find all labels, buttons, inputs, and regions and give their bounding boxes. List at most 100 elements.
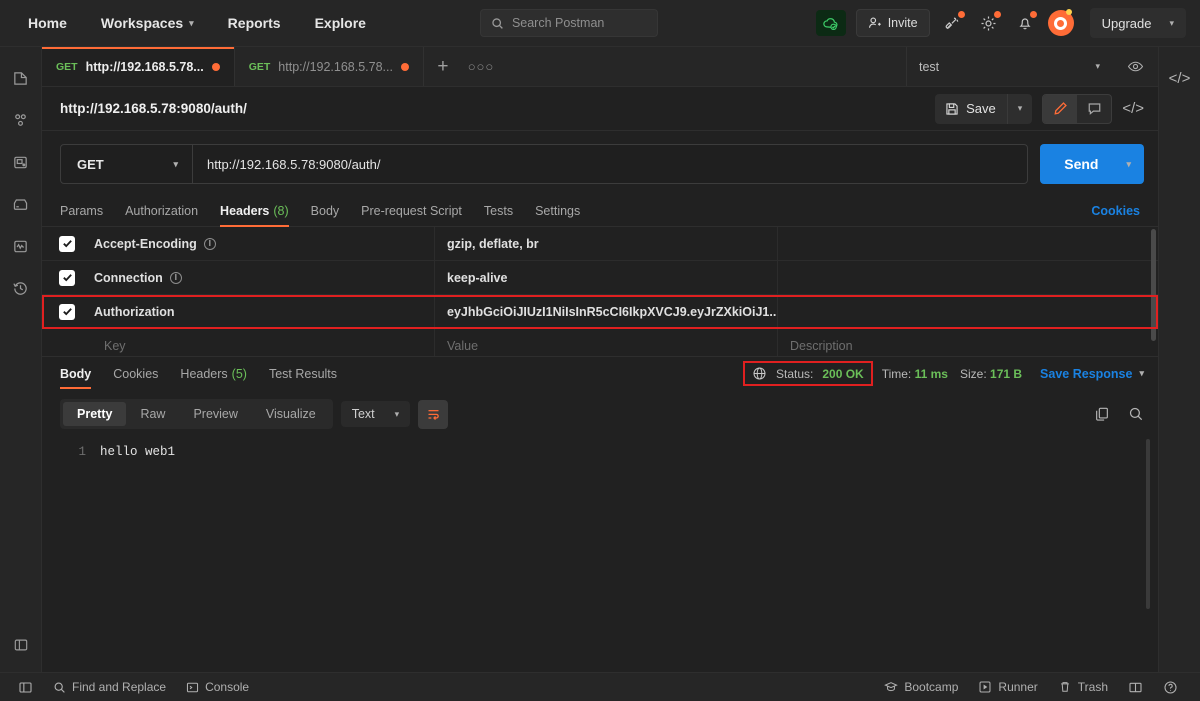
header-checkbox[interactable] (59, 235, 75, 252)
environment-selector[interactable]: test ▾ (907, 47, 1112, 87)
pencil-icon (1054, 102, 1067, 115)
avatar-ring (1054, 16, 1068, 30)
url-input[interactable]: http://192.168.5.78:9080/auth/ (193, 145, 1027, 183)
notifications-bell-icon[interactable] (1012, 10, 1038, 36)
tab-options-button[interactable]: ○○○ (462, 47, 500, 86)
view-mode-pretty[interactable]: Pretty (63, 402, 127, 426)
satellite-icon[interactable] (940, 10, 966, 36)
upgrade-button[interactable]: Upgrade ▾ (1089, 8, 1186, 38)
tab-params[interactable]: Params (60, 195, 103, 227)
header-key-cell[interactable]: Authorization (92, 295, 435, 328)
code-snippet-icon[interactable]: </> (1122, 100, 1144, 117)
header-value-cell[interactable]: gzip, deflate, br (435, 227, 778, 260)
response-tab-test-results[interactable]: Test Results (269, 357, 337, 391)
word-wrap-icon[interactable] (418, 399, 449, 429)
copy-icon[interactable] (1094, 406, 1110, 422)
unsaved-indicator (211, 62, 220, 71)
sidebar-toggle-button[interactable] (8, 673, 43, 701)
table-row-placeholder[interactable]: Key Value Description (42, 329, 1158, 356)
status-badge: Status: 200 OK (742, 361, 873, 386)
request-tab-0[interactable]: GET http://192.168.5.78... (42, 47, 235, 86)
mock-servers-icon[interactable] (6, 189, 36, 219)
header-checkbox[interactable] (59, 269, 75, 286)
user-avatar[interactable] (1047, 9, 1074, 36)
response-body-scrollbar[interactable] (1146, 439, 1150, 609)
response-body-viewer[interactable]: 1 hello web1 (42, 437, 1158, 672)
invite-button[interactable]: Invite (855, 9, 930, 37)
search-input[interactable]: Search Postman (479, 9, 658, 37)
save-response-button[interactable]: Save Response ▾ (1040, 367, 1144, 381)
new-tab-button[interactable]: + (424, 47, 462, 86)
new-header-key-input[interactable]: Key (92, 329, 435, 356)
header-value-cell[interactable]: keep-alive (435, 261, 778, 294)
save-button[interactable]: Save ▾ (935, 93, 1033, 124)
table-row[interactable]: Authorization eyJhbGciOiJIUzI1NiIsInR5cC… (42, 295, 1158, 329)
tab-authorization-label: Authorization (125, 203, 199, 218)
save-dropdown-button[interactable]: ▾ (1006, 93, 1033, 124)
monitors-icon[interactable] (6, 231, 36, 261)
cookies-link[interactable]: Cookies (1091, 204, 1140, 218)
tab-body[interactable]: Body (311, 195, 340, 227)
tab-authorization[interactable]: Authorization (125, 195, 198, 227)
settings-gear-icon[interactable] (976, 10, 1002, 36)
request-tab-1[interactable]: GET http://192.168.5.78... (235, 47, 424, 86)
header-description-cell[interactable] (778, 227, 1158, 260)
tab-pre-request-script[interactable]: Pre-request Script (361, 195, 462, 227)
header-description-cell[interactable] (778, 295, 1158, 328)
edit-mode-button[interactable] (1043, 94, 1078, 123)
find-and-replace-button[interactable]: Find and Replace (43, 673, 176, 701)
nav-reports[interactable]: Reports (218, 9, 291, 37)
bootcamp-button[interactable]: Bootcamp (874, 680, 968, 694)
response-tab-cookies[interactable]: Cookies (113, 357, 158, 391)
table-row[interactable]: Connection i keep-alive (42, 261, 1158, 295)
nav-home[interactable]: Home (18, 9, 77, 37)
environment-quick-look-button[interactable] (1112, 47, 1158, 87)
apis-icon[interactable] (6, 105, 36, 135)
view-mode-raw[interactable]: Raw (126, 402, 179, 426)
header-key-cell[interactable]: Accept-Encoding i (92, 227, 435, 260)
history-icon[interactable] (6, 273, 36, 303)
http-method-select[interactable]: GET ▾ (61, 145, 193, 183)
tab-headers[interactable]: Headers (8) (220, 195, 289, 227)
send-button-main[interactable]: Send (1040, 156, 1120, 172)
view-mode-raw-label: Raw (140, 407, 166, 421)
trash-panel-icon[interactable] (6, 630, 36, 660)
chevron-down-icon: ▾ (173, 158, 178, 169)
nav-workspaces[interactable]: Workspaces ▾ (91, 9, 204, 37)
new-header-value-input[interactable]: Value (435, 329, 778, 356)
new-header-description-input[interactable]: Description (778, 329, 1158, 356)
header-checkbox[interactable] (59, 303, 75, 320)
header-right-cluster: Invite Upgrade ▾ (815, 8, 1186, 38)
cloud-sync-icon[interactable] (815, 10, 846, 36)
send-button[interactable]: Send ▾ (1040, 144, 1144, 184)
table-row[interactable]: Accept-Encoding i gzip, deflate, br (42, 227, 1158, 261)
header-description-cell[interactable] (778, 261, 1158, 294)
layout-toggle-button[interactable] (1118, 680, 1153, 695)
runner-button[interactable]: Runner (968, 680, 1047, 694)
trash-button[interactable]: Trash (1048, 680, 1118, 694)
view-mode-preview[interactable]: Preview (179, 402, 251, 426)
header-value-cell[interactable]: eyJhbGciOiJIUzI1NiIsInR5cCI6IkpXVCJ9.eyJ… (435, 295, 778, 328)
response-tab-headers[interactable]: Headers (5) (180, 357, 247, 391)
response-format-select[interactable]: Text ▾ (340, 401, 411, 427)
view-mode-visualize[interactable]: Visualize (252, 402, 330, 426)
bootcamp-label: Bootcamp (904, 680, 959, 694)
request-tab-strip: GET http://192.168.5.78... GET http://19… (42, 47, 1158, 87)
tab-tests[interactable]: Tests (484, 195, 513, 227)
plus-icon: + (437, 55, 449, 77)
environments-icon[interactable] (6, 147, 36, 177)
response-tab-body[interactable]: Body (60, 357, 92, 391)
send-dropdown-button[interactable]: ▾ (1120, 159, 1144, 170)
status-value: 200 OK (822, 366, 864, 381)
comment-mode-button[interactable] (1077, 95, 1111, 123)
search-icon[interactable] (1128, 406, 1144, 422)
header-key-cell[interactable]: Connection i (92, 261, 435, 294)
save-button-main[interactable]: Save (935, 101, 1007, 116)
help-button[interactable] (1153, 680, 1188, 695)
nav-explore[interactable]: Explore (305, 9, 376, 37)
collections-icon[interactable] (6, 63, 36, 93)
console-button[interactable]: Console (176, 673, 259, 701)
code-snippet-rail-icon[interactable]: </> (1165, 63, 1195, 93)
value-placeholder: Value (447, 338, 479, 353)
tab-settings[interactable]: Settings (535, 195, 580, 227)
